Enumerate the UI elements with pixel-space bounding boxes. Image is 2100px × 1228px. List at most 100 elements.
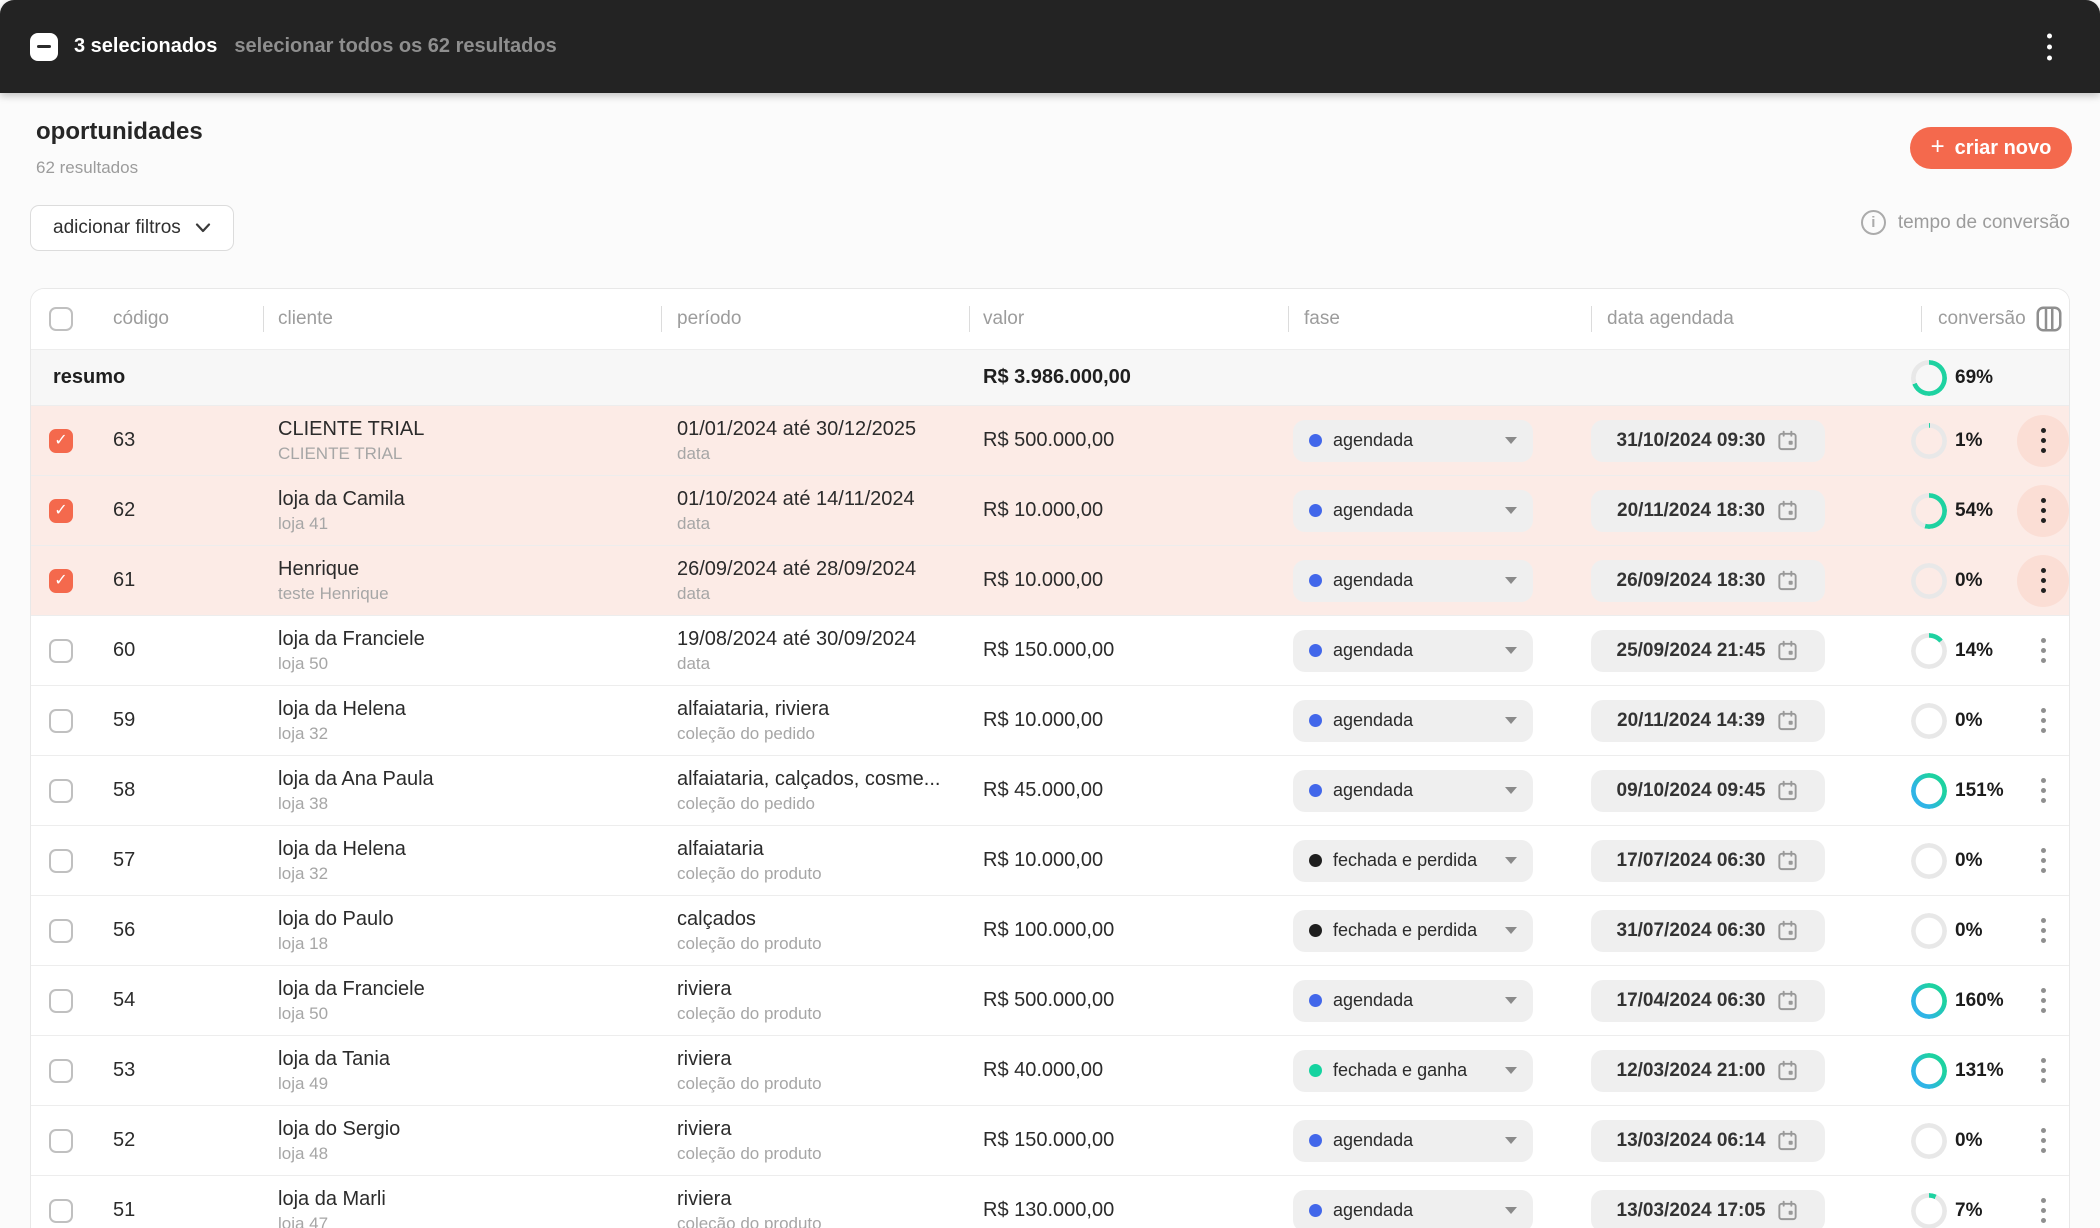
row-menu-button[interactable] [2017,695,2069,747]
row-menu-button[interactable] [2017,485,2069,537]
info-icon[interactable]: i [1861,210,1886,235]
row-checkbox[interactable]: ✓ [49,429,73,453]
selection-checkbox-indeterminate[interactable] [30,33,58,61]
scheduled-date-field[interactable]: 09/10/2024 09:45 [1591,770,1825,812]
scheduled-date-field[interactable]: 13/03/2024 17:05 [1591,1190,1825,1228]
table-row[interactable]: ✓ 62 loja da Camila loja 41 01/10/2024 a… [31,475,2069,545]
phase-select[interactable]: agendada [1293,1120,1533,1162]
period-value: alfaiataria [677,836,977,862]
table-row[interactable]: ✓ 54 loja da Franciele loja 50 riviera c… [31,965,2069,1035]
phase-select[interactable]: fechada e perdida [1293,910,1533,952]
phase-status-dot [1309,714,1322,727]
scheduled-date-value: 09/10/2024 09:45 [1617,780,1766,802]
scheduled-date-field[interactable]: 13/03/2024 06:14 [1591,1120,1825,1162]
create-new-button[interactable]: + criar novo [1910,127,2072,169]
column-separator [661,306,662,332]
phase-select[interactable]: agendada [1293,700,1533,742]
row-checkbox[interactable]: ✓ [49,499,73,523]
scheduled-date-field[interactable]: 12/03/2024 21:00 [1591,1050,1825,1092]
row-checkbox[interactable]: ✓ [49,919,73,943]
row-checkbox[interactable]: ✓ [49,989,73,1013]
row-menu-button[interactable] [2017,1115,2069,1167]
select-all-checkbox[interactable]: ✓ [49,307,73,331]
client-name: loja da Franciele [278,626,658,652]
row-checkbox[interactable]: ✓ [49,639,73,663]
phase-label: fechada e ganha [1333,1060,1467,1081]
table-row[interactable]: ✓ 58 loja da Ana Paula loja 38 alfaiatar… [31,755,2069,825]
client-subtitle: loja 50 [278,652,658,676]
row-checkbox[interactable]: ✓ [49,709,73,733]
table-row[interactable]: ✓ 60 loja da Franciele loja 50 19/08/202… [31,615,2069,685]
row-valor: R$ 130.000,00 [983,1176,1114,1228]
row-menu-button[interactable] [2017,1185,2069,1228]
phase-select[interactable]: fechada e ganha [1293,1050,1533,1092]
client-name: loja da Tania [278,1046,658,1072]
row-menu-button[interactable] [2017,415,2069,467]
row-checkbox[interactable]: ✓ [49,569,73,593]
phase-select[interactable]: fechada e perdida [1293,840,1533,882]
select-all-results-link[interactable]: selecionar todos os 62 resultados [234,35,556,58]
phase-status-dot [1309,574,1322,587]
row-menu-button[interactable] [2017,975,2069,1027]
table-row[interactable]: ✓ 56 loja do Paulo loja 18 calçados cole… [31,895,2069,965]
scheduled-date-value: 31/07/2024 06:30 [1617,920,1766,942]
scheduled-date-field[interactable]: 25/09/2024 21:45 [1591,630,1825,672]
phase-select[interactable]: agendada [1293,770,1533,812]
scheduled-date-field[interactable]: 17/07/2024 06:30 [1591,840,1825,882]
phase-select[interactable]: agendada [1293,1190,1533,1228]
table-row[interactable]: ✓ 61 Henrique teste Henrique 26/09/2024 … [31,545,2069,615]
row-menu-button[interactable] [2017,1045,2069,1097]
row-checkbox[interactable]: ✓ [49,1059,73,1083]
row-checkbox[interactable]: ✓ [49,1129,73,1153]
row-checkbox[interactable]: ✓ [49,779,73,803]
caret-down-icon [1505,787,1517,794]
phase-select[interactable]: agendada [1293,630,1533,672]
toolbar-kebab-menu-button[interactable] [2041,27,2058,66]
column-settings-button[interactable] [2033,303,2065,335]
add-filters-button[interactable]: adicionar filtros [30,205,234,251]
table-row[interactable]: ✓ 53 loja da Tania loja 49 riviera coleç… [31,1035,2069,1105]
table-row[interactable]: ✓ 52 loja do Sergio loja 48 riviera cole… [31,1105,2069,1175]
row-checkbox[interactable]: ✓ [49,849,73,873]
row-menu-button[interactable] [2017,905,2069,957]
caret-down-icon [1505,857,1517,864]
table-row[interactable]: ✓ 63 CLIENTE TRIAL CLIENTE TRIAL 01/01/2… [31,405,2069,475]
client-subtitle: loja 32 [278,722,658,746]
summary-conversion-percent: 69% [1955,350,1993,405]
conversion-ring [1911,563,1947,599]
page-title: oportunidades [36,118,203,146]
scheduled-date-value: 26/09/2024 18:30 [1617,570,1766,592]
scheduled-date-field[interactable]: 31/10/2024 09:30 [1591,420,1825,462]
column-header-conversao: conversão [1938,289,2026,349]
scheduled-date-field[interactable]: 17/04/2024 06:30 [1591,980,1825,1022]
scheduled-date-field[interactable]: 31/07/2024 06:30 [1591,910,1825,952]
row-menu-button[interactable] [2017,555,2069,607]
phase-select[interactable]: agendada [1293,560,1533,602]
row-menu-button[interactable] [2017,835,2069,887]
phase-label: agendada [1333,990,1413,1011]
summary-label: resumo [53,350,125,405]
phase-label: agendada [1333,1200,1413,1221]
conversion-ring [1911,913,1947,949]
summary-conversion-ring [1911,360,1947,396]
scheduled-date-field[interactable]: 20/11/2024 18:30 [1591,490,1825,532]
table-row[interactable]: ✓ 59 loja da Helena loja 32 alfaiataria,… [31,685,2069,755]
phase-select[interactable]: agendada [1293,980,1533,1022]
add-filters-label: adicionar filtros [53,217,181,239]
row-checkbox[interactable]: ✓ [49,1199,73,1223]
row-menu-button[interactable] [2017,625,2069,677]
selection-toolbar: 3 selecionados selecionar todos os 62 re… [0,0,2100,93]
phase-select[interactable]: agendada [1293,420,1533,462]
table-row[interactable]: ✓ 51 loja da Marli loja 47 riviera coleç… [31,1175,2069,1228]
scheduled-date-field[interactable]: 20/11/2024 14:39 [1591,700,1825,742]
results-count: 62 resultados [36,158,138,178]
table-row[interactable]: ✓ 57 loja da Helena loja 32 alfaiataria … [31,825,2069,895]
scheduled-date-field[interactable]: 26/09/2024 18:30 [1591,560,1825,602]
period-type: data [677,442,977,466]
calendar-icon [1776,709,1799,732]
column-separator [1288,306,1289,332]
client-subtitle: loja 38 [278,792,658,816]
row-menu-button[interactable] [2017,765,2069,817]
phase-select[interactable]: agendada [1293,490,1533,532]
period-value: 26/09/2024 até 28/09/2024 [677,556,977,582]
